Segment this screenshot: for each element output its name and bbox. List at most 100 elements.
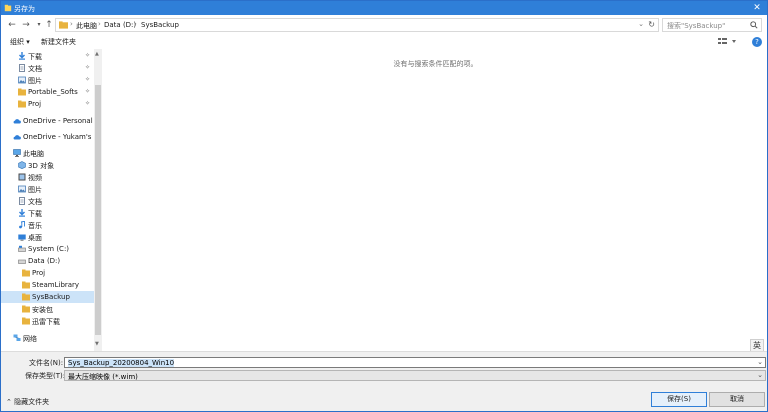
nav-item-label: 下载 [28, 210, 42, 218]
folder-icon [22, 281, 30, 289]
cancel-button[interactable]: 取消 [709, 392, 765, 407]
nav-item-label: SteamLibrary [32, 281, 80, 289]
navigation-pane: 下载 ✧ 文档 ✧ 图片 ✧ Portable_Softs ✧ Proj ✧ O… [1, 49, 94, 351]
filename-label: 文件名(N): [29, 359, 64, 367]
chevron-right-icon: › [98, 20, 101, 28]
nav-item-folder-proj[interactable]: Proj [1, 267, 94, 279]
pin-icon: ✧ [85, 88, 91, 95]
nav-item-folder-thunder-downloads[interactable]: 迅雷下载 [1, 315, 94, 327]
folder-icon [22, 305, 30, 313]
save-type-value: 最大压缩映像 (*.wim) [68, 373, 138, 381]
scrollbar-thumb[interactable] [95, 85, 101, 335]
nav-item-this-pc[interactable]: 此电脑 [1, 147, 94, 159]
back-button[interactable]: ← [7, 19, 17, 31]
nav-item-downloads-pc[interactable]: 下载 [1, 207, 94, 219]
cloud-icon [13, 135, 21, 140]
address-row: ← → ▾ ↑ › 此电脑 › Data (D:) › SysBackup ⌄ … [1, 15, 767, 35]
nav-item-onedrive-org[interactable]: OneDrive - Yukam's Ma [1, 131, 94, 143]
chevron-down-icon[interactable]: ⌄ [757, 358, 763, 366]
forward-button[interactable]: → [21, 19, 31, 31]
up-button[interactable]: ↑ [44, 19, 54, 31]
chevron-down-icon: ⌄ [757, 371, 763, 379]
desktop-icon [18, 234, 26, 241]
nav-item-label: OneDrive - Personal [23, 117, 93, 125]
chevron-down-icon[interactable]: ⌄ [638, 20, 644, 28]
breadcrumb-data-drive[interactable]: Data (D:) [104, 21, 136, 29]
scroll-up-icon[interactable]: ▲ [95, 51, 99, 57]
refresh-icon[interactable]: ↻ [648, 20, 655, 29]
nav-item-label: 安装包 [32, 306, 53, 314]
picture-icon [18, 185, 26, 193]
nav-item-folder-sysbackup[interactable]: SysBackup [1, 291, 94, 303]
recent-locations-button[interactable]: ▾ [34, 19, 44, 31]
document-icon [19, 64, 25, 72]
nav-item-system-drive[interactable]: System (C:) [1, 243, 94, 255]
nav-item-portable-softs[interactable]: Portable_Softs ✧ [1, 86, 94, 98]
address-bar[interactable]: › 此电脑 › Data (D:) › SysBackup ⌄ ↻ [55, 18, 659, 32]
nav-item-label: 网络 [23, 335, 37, 343]
close-button[interactable]: ✕ [751, 2, 763, 14]
nav-item-3d-objects[interactable]: 3D 对象 [1, 159, 94, 171]
nav-item-data-drive[interactable]: Data (D:) [1, 255, 94, 267]
empty-message: 没有与搜索条件匹配的项。 [393, 60, 478, 68]
nav-item-videos[interactable]: 视频 [1, 171, 94, 183]
nav-item-label: 视频 [28, 174, 42, 182]
hide-folders-toggle[interactable]: ⌃ 隐藏文件夹 [6, 397, 49, 407]
nav-item-desktop[interactable]: 桌面 [1, 231, 94, 243]
filename-value: Sys_Backup_20200804_Win10 [68, 359, 175, 367]
nav-item-pictures-pc[interactable]: 图片 [1, 183, 94, 195]
pin-icon: ✧ [85, 76, 91, 83]
nav-item-documents[interactable]: 文档 ✧ [1, 62, 94, 74]
view-options-icon[interactable] [717, 36, 737, 47]
nav-item-pictures[interactable]: 图片 ✧ [1, 74, 94, 86]
nav-item-folder-steamlibrary[interactable]: SteamLibrary [1, 279, 94, 291]
breadcrumb-sysbackup[interactable]: SysBackup [141, 21, 179, 29]
nav-item-label: 音乐 [28, 222, 42, 230]
nav-item-label: Data (D:) [28, 257, 61, 265]
file-list-area[interactable]: 没有与搜索条件匹配的项。 英 [104, 49, 767, 353]
new-folder-button[interactable]: 新建文件夹 [41, 37, 76, 47]
search-input[interactable]: 搜索"SysBackup" [662, 18, 762, 32]
nav-item-onedrive-personal[interactable]: OneDrive - Personal [1, 115, 94, 127]
drive-icon [18, 259, 26, 264]
nav-item-label: 3D 对象 [28, 162, 55, 170]
nav-item-label: SysBackup [32, 293, 70, 301]
document-icon [19, 197, 25, 205]
folder-icon [22, 317, 30, 325]
nav-item-label: 下载 [28, 53, 42, 61]
folder-icon [22, 293, 30, 301]
search-icon [750, 21, 758, 29]
3d-objects-icon [18, 161, 26, 169]
nav-item-label: 文档 [28, 198, 42, 206]
save-as-dialog: 另存为 ✕ ← → ▾ ↑ › 此电脑 › Data (D:) › SysBac… [0, 0, 768, 412]
folder-icon [18, 88, 26, 96]
scroll-down-icon[interactable]: ▼ [95, 341, 99, 347]
nav-item-label: 图片 [28, 77, 42, 85]
nav-item-label: 迅雷下载 [32, 318, 60, 326]
app-icon [4, 4, 12, 12]
nav-item-network[interactable]: 网络 [1, 332, 94, 344]
nav-item-folder-installers[interactable]: 安装包 [1, 303, 94, 315]
breadcrumb-this-pc[interactable]: 此电脑 [76, 21, 97, 31]
save-button[interactable]: 保存(S) [651, 392, 707, 407]
save-type-select[interactable]: 最大压缩映像 (*.wim) ⌄ [64, 370, 766, 381]
video-icon [18, 173, 26, 181]
save-form: 文件名(N): Sys_Backup_20200804_Win10 ⌄ 保存类型… [1, 351, 767, 411]
organize-button[interactable]: 组织 ▾ [10, 37, 30, 47]
pin-icon: ✧ [85, 64, 91, 71]
nav-item-proj[interactable]: Proj ✧ [1, 98, 94, 110]
help-button[interactable]: ? [752, 37, 762, 47]
nav-item-label: 桌面 [28, 234, 42, 242]
folder-icon [22, 269, 30, 277]
computer-icon [13, 149, 21, 157]
nav-item-documents-pc[interactable]: 文档 [1, 195, 94, 207]
network-icon [13, 334, 21, 341]
nav-item-downloads[interactable]: 下载 ✧ [1, 50, 94, 62]
command-bar: 组织 ▾ 新建文件夹 ? [1, 35, 767, 49]
filename-field[interactable]: Sys_Backup_20200804_Win10 ⌄ [64, 357, 766, 368]
nav-item-label: System (C:) [28, 245, 70, 253]
nav-scrollbar[interactable]: ▲ ▼ [94, 49, 102, 351]
drive-icon [18, 245, 26, 252]
chevron-up-icon: ⌃ [6, 398, 15, 406]
nav-item-music[interactable]: 音乐 [1, 219, 94, 231]
